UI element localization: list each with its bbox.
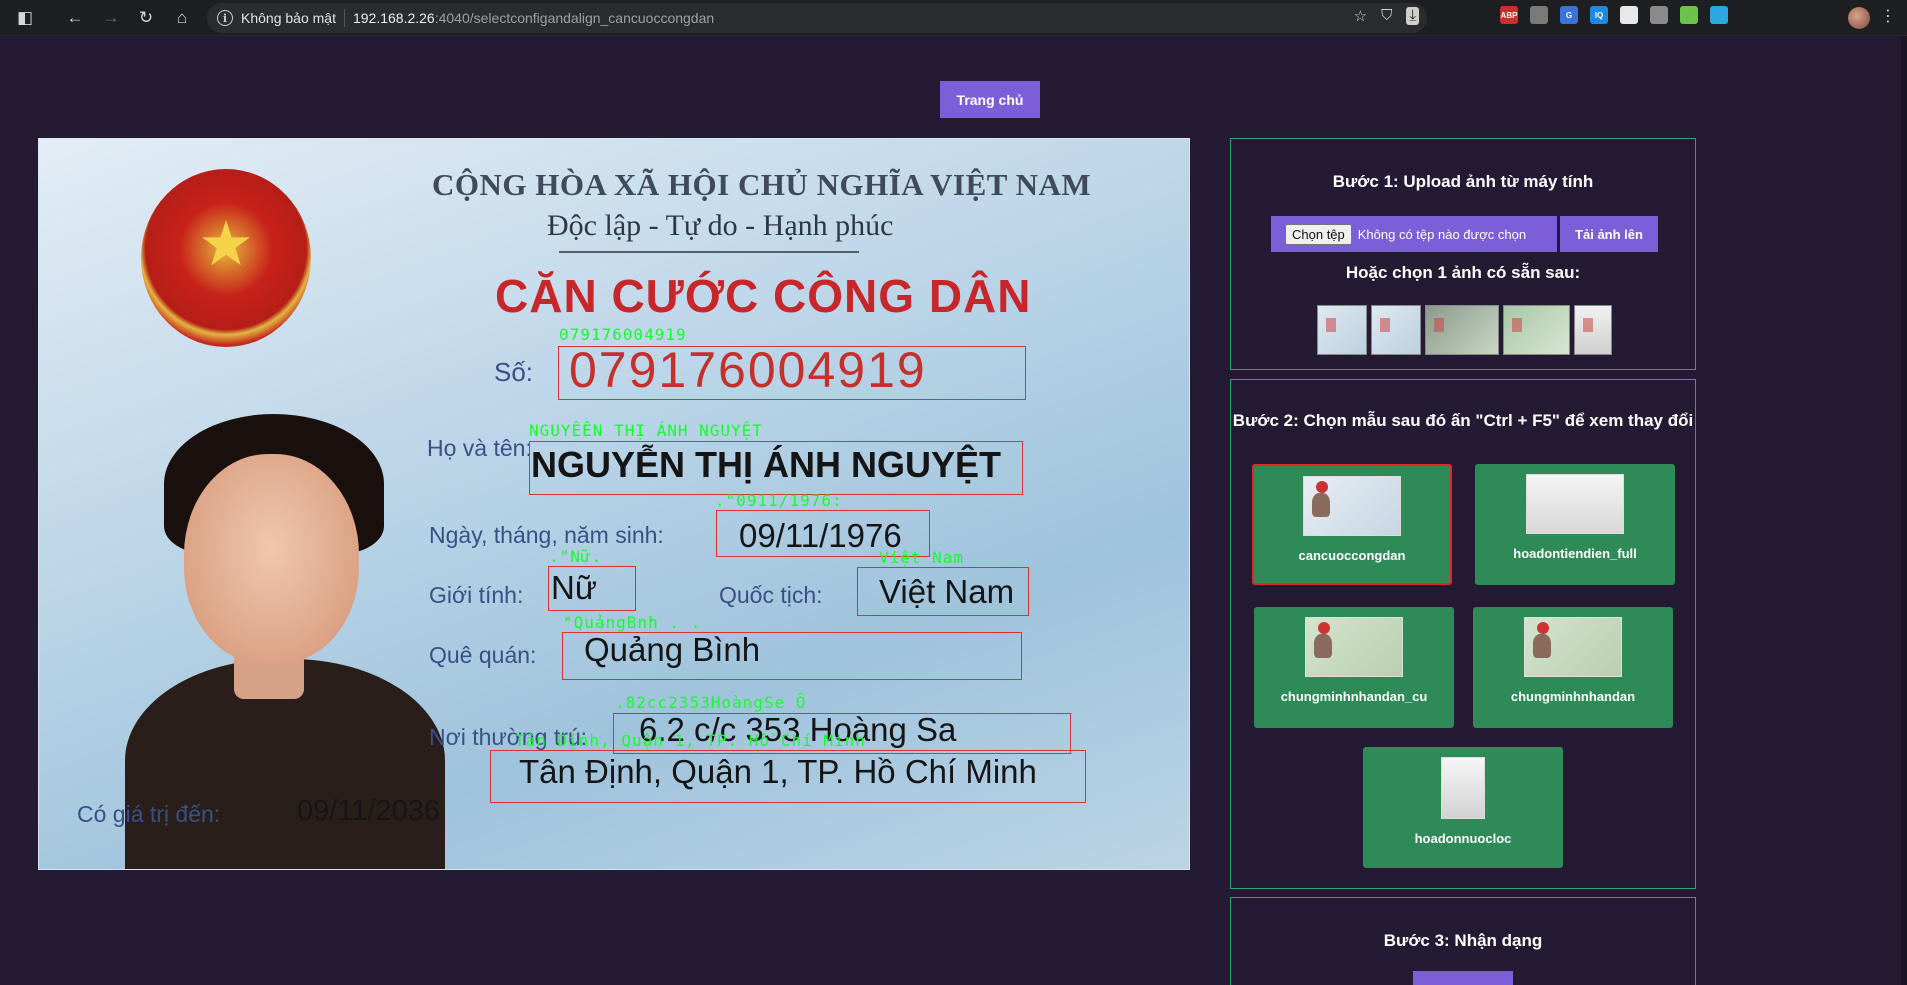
template-label: hoadontiendien_full	[1513, 546, 1637, 561]
value-expiry: 09/11/2036	[297, 795, 440, 827]
upload-button[interactable]: Tải ảnh lên	[1560, 216, 1658, 252]
detection-box-hometown	[562, 632, 1022, 680]
color-picker-icon[interactable]	[1620, 6, 1638, 24]
template-hoadonnuocloc[interactable]: hoadonnuocloc	[1363, 747, 1563, 868]
ocr-residence-1: .82cc2353HoàngSe Ô	[615, 693, 807, 712]
step1-or-choose: Hoặc chọn 1 ảnh có sẵn sau:	[1345, 263, 1581, 282]
divider	[343, 9, 345, 27]
template-label: hoadonnuocloc	[1414, 831, 1512, 846]
file-input[interactable]: Chọn tệp Không có tệp nào được chọn	[1271, 216, 1557, 252]
address-bar-actions: ☆ ⛉ ⤓	[1354, 7, 1419, 25]
download-icon[interactable]: ⤓	[1406, 7, 1419, 25]
ocr-number: 079176004919	[559, 325, 687, 344]
extensions-bar: ABP G IQ	[1500, 6, 1728, 24]
card-republic: CỘNG HÒA XÃ HỘI CHỦ NGHĨA VIỆT NAM	[432, 167, 1092, 202]
bug-icon[interactable]	[1710, 6, 1728, 24]
detection-box-nationality	[857, 567, 1029, 616]
sample-image-4[interactable]	[1503, 305, 1570, 355]
label-expiry: Có giá trị đến:	[77, 801, 221, 827]
forward-icon[interactable]: →	[96, 3, 126, 33]
security-label[interactable]: Không bảo mật	[241, 10, 336, 26]
green-arrow-icon[interactable]	[1680, 6, 1698, 24]
template-label: chungminhnhandan_cu	[1280, 689, 1428, 704]
template-cancuoccongdan[interactable]: cancuoccongdan	[1252, 464, 1452, 585]
ocr-hometown: "QuảngBnh . .	[563, 613, 702, 632]
detection-box-sex	[548, 566, 636, 611]
template-label: chungminhnhandan	[1510, 689, 1636, 704]
profile-avatar[interactable]	[1848, 7, 1870, 29]
label-sex: Giới tính:	[429, 582, 524, 608]
label-hometown: Quê quán:	[429, 642, 537, 668]
template-thumbnail	[1524, 617, 1622, 677]
address-bar[interactable]: i Không bảo mật 192.168.2.26 :4040/selec…	[207, 3, 1427, 33]
portrait-face	[184, 454, 359, 664]
no-file-label: Không có tệp nào được chọn	[1357, 226, 1527, 242]
sample-image-1[interactable]	[1317, 305, 1367, 355]
label-nationality: Quốc tịch:	[719, 582, 823, 608]
ocr-dob: ."0911/1976:	[715, 491, 843, 510]
ocr-residence-2: Tân Định, Quận 1, TP. Hồ Chí Minh	[515, 731, 866, 750]
home-button[interactable]: Trang chủ	[940, 81, 1040, 118]
page-scrollbar[interactable]	[1901, 36, 1907, 985]
card-motto: Độc lập - Tự do - Hạnh phúc	[547, 209, 894, 242]
url-path: :4040/selectconfigandalign_cancuoccongda…	[434, 10, 715, 26]
step3-panel: Bước 3: Nhận dạng	[1230, 897, 1696, 985]
template-hoadontiendien-full[interactable]: hoadontiendien_full	[1475, 464, 1675, 585]
detection-box-name	[529, 441, 1023, 495]
recognize-button[interactable]	[1413, 971, 1513, 985]
card-title: CĂN CƯỚC CÔNG DÂN	[495, 270, 1032, 322]
sample-image-2[interactable]	[1371, 305, 1421, 355]
detection-box-residence-2	[490, 750, 1086, 803]
sample-images	[1317, 305, 1612, 355]
bookmark-star-icon[interactable]: ☆	[1354, 7, 1367, 25]
template-chungminhnhandan-cu[interactable]: chungminhnhandan_cu	[1254, 607, 1454, 728]
label-number: Số:	[494, 357, 534, 387]
motto-underline	[559, 251, 859, 253]
home-icon[interactable]: ⌂	[167, 3, 197, 33]
label-dob: Ngày, tháng, năm sinh:	[429, 522, 664, 548]
label-name: Họ và tên:	[427, 435, 532, 461]
reload-icon[interactable]: ↻	[131, 3, 161, 33]
info-icon[interactable]: i	[217, 10, 233, 26]
translate-icon[interactable]: G	[1560, 6, 1578, 24]
adblock-icon[interactable]: ABP	[1500, 6, 1518, 24]
sidebar-toggle-icon[interactable]: ◧	[10, 3, 40, 33]
step1-panel: Bước 1: Upload ảnh từ máy tính Chọn tệp …	[1230, 138, 1696, 370]
document-image: ★ CỘNG HÒA XÃ HỘI CHỦ NGHĨA VIỆT NAM Độc…	[38, 138, 1190, 870]
ocr-name: NGUYÊÊN THỊ ÁNH NGUYỆT	[529, 421, 763, 440]
download-helper-icon[interactable]	[1530, 6, 1548, 24]
national-emblem: ★	[141, 169, 311, 347]
record-icon[interactable]	[1650, 6, 1668, 24]
url-host: 192.168.2.26	[352, 10, 435, 26]
iq-icon[interactable]: IQ	[1590, 6, 1608, 24]
template-chungminhnhandan[interactable]: chungminhnhandan	[1473, 607, 1673, 728]
step1-title: Bước 1: Upload ảnh từ máy tính	[1332, 172, 1594, 191]
template-thumbnail	[1441, 757, 1485, 819]
ocr-nationality: Việt Nam	[879, 548, 965, 567]
step2-panel: Bước 2: Chọn mẫu sau đó ấn "Ctrl + F5" đ…	[1230, 379, 1696, 889]
template-thumbnail	[1303, 476, 1401, 536]
browser-toolbar: ◧ ← → ↻ ⌂ i Không bảo mật 192.168.2.26 :…	[0, 0, 1907, 36]
template-thumbnail	[1526, 474, 1624, 534]
back-icon[interactable]: ←	[60, 3, 90, 33]
template-thumbnail	[1305, 617, 1403, 677]
menu-icon[interactable]: ⋮	[1880, 6, 1896, 26]
step2-title: Bước 2: Chọn mẫu sau đó ấn "Ctrl + F5" đ…	[1232, 411, 1694, 430]
step3-title: Bước 3: Nhận dạng	[1383, 931, 1543, 950]
detection-box-number	[558, 346, 1026, 400]
choose-file-button[interactable]: Chọn tệp	[1285, 223, 1352, 245]
ocr-sex: ."Nữ.	[549, 547, 603, 566]
shield-icon[interactable]: ⛉	[1381, 7, 1392, 25]
template-label: cancuoccongdan	[1298, 548, 1406, 563]
sample-image-3[interactable]	[1425, 305, 1499, 355]
sample-image-5[interactable]	[1574, 305, 1612, 355]
